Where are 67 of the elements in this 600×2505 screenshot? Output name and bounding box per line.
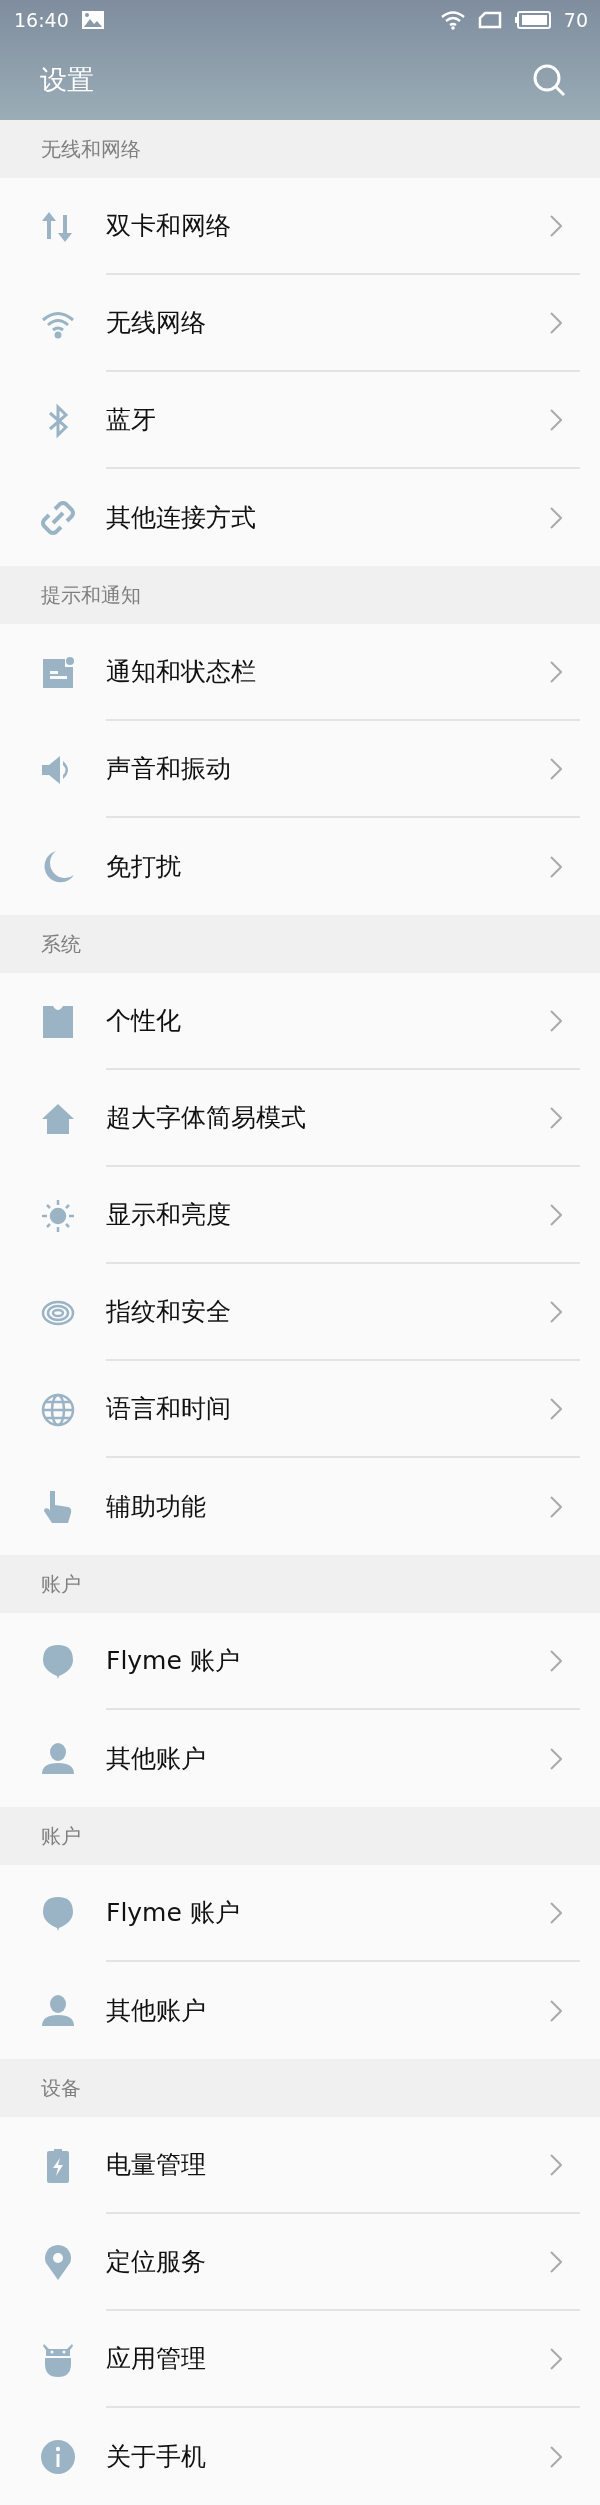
sun-icon xyxy=(40,1197,76,1234)
item-label: 应用管理 xyxy=(106,2343,207,2375)
chevron-icon xyxy=(550,1999,562,2022)
chevron-icon xyxy=(550,311,562,334)
item-label: 蓝牙 xyxy=(106,404,157,436)
balloon-icon xyxy=(40,1895,76,1932)
chevron-icon xyxy=(550,757,562,780)
item-label: 语言和时间 xyxy=(106,1393,232,1425)
item-label: 其他账户 xyxy=(106,1995,207,2027)
chevron-icon xyxy=(550,214,562,237)
chevron-icon xyxy=(550,408,562,431)
shirt-icon xyxy=(40,1003,76,1040)
chevron-icon xyxy=(550,1901,562,1924)
item-label: 双卡和网络 xyxy=(106,210,232,242)
person-icon xyxy=(40,1740,76,1777)
info-icon xyxy=(40,2438,76,2475)
chevron-icon xyxy=(550,1203,562,1226)
section-title: 账户 xyxy=(41,1822,81,1850)
item-label: Flyme 账户 xyxy=(106,1645,241,1677)
battery-icon xyxy=(513,10,552,30)
item-label: 个性化 xyxy=(106,1005,182,1037)
item-label: 免打扰 xyxy=(106,851,182,883)
item-label: 电量管理 xyxy=(106,2149,207,2181)
chevron-icon xyxy=(550,2445,562,2468)
sim-card-icon xyxy=(477,11,502,29)
chevron-icon xyxy=(550,1397,562,1420)
chevron-icon xyxy=(550,2250,562,2273)
item-label: 其他账户 xyxy=(106,1743,207,1775)
item-label: 超大字体简易模式 xyxy=(106,1102,307,1134)
chevron-icon xyxy=(550,2347,562,2370)
section-title: 提示和通知 xyxy=(41,581,141,609)
item-label: 显示和亮度 xyxy=(106,1199,232,1231)
section-title: 无线和网络 xyxy=(41,135,141,163)
item-label: 通知和状态栏 xyxy=(106,656,257,688)
globe-icon xyxy=(40,1391,76,1428)
chevron-icon xyxy=(550,660,562,683)
item-label: 无线网络 xyxy=(106,307,207,339)
item-label: 关于手机 xyxy=(106,2441,207,2473)
section-title: 系统 xyxy=(41,930,81,958)
chevron-icon xyxy=(550,1300,562,1323)
wifi-icon xyxy=(439,9,466,31)
section-title: 账户 xyxy=(41,1570,81,1598)
balloon-icon xyxy=(40,1643,76,1680)
chevron-icon xyxy=(550,1009,562,1032)
chevron-icon xyxy=(550,1106,562,1129)
battery-level: 70 xyxy=(563,9,588,31)
chevron-icon xyxy=(550,506,562,529)
section-title: 设备 xyxy=(41,2074,81,2102)
chevron-icon xyxy=(550,855,562,878)
item-label: 辅助功能 xyxy=(106,1491,207,1523)
item-label: 定位服务 xyxy=(106,2246,207,2278)
item-label: 声音和振动 xyxy=(106,753,232,785)
chevron-icon xyxy=(550,1747,562,1770)
notification-icon xyxy=(40,654,76,691)
image-icon xyxy=(80,10,105,30)
link-icon xyxy=(40,499,76,536)
person-icon xyxy=(40,1992,76,2029)
chevron-icon xyxy=(550,1495,562,1518)
chevron-icon xyxy=(550,2153,562,2176)
robot-icon xyxy=(40,2341,76,2378)
item-label: 其他连接方式 xyxy=(106,502,257,534)
item-label: Flyme 账户 xyxy=(106,1897,241,1929)
status-time: 16:40 xyxy=(14,9,69,31)
chevron-icon xyxy=(550,1649,562,1672)
page-title: 设置 xyxy=(40,63,95,97)
search-icon[interactable] xyxy=(532,63,566,97)
item-label: 指纹和安全 xyxy=(106,1296,232,1328)
